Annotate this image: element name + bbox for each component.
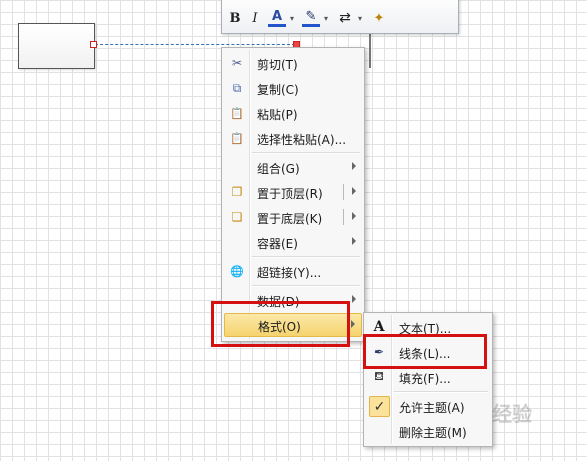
- mini-toolbar: B I A ▾ ✎ ▾ ⇄ ▾ ✦: [221, 0, 459, 34]
- chevron-right-icon: [352, 295, 356, 303]
- menu-item-label: 置于底层(K): [257, 212, 323, 226]
- menu-item-copy[interactable]: ⧉ 复制(C): [224, 77, 362, 99]
- bring-to-front-icon: ❐: [231, 185, 243, 199]
- menu-item-label: 组合(G): [257, 162, 300, 176]
- line-ends-dropdown-icon[interactable]: ▾: [356, 9, 364, 27]
- menu-item-label: 置于顶层(R): [257, 187, 323, 201]
- scissors-icon: ✂: [231, 56, 243, 70]
- bold-button[interactable]: B: [228, 9, 242, 27]
- submenu-item-remove-theme[interactable]: 删除主题(M): [366, 420, 490, 442]
- context-menu: ✂ 剪切(T) ⧉ 复制(C) 📋 粘贴(P) 📋 选择性粘贴(A)... 组合…: [221, 47, 365, 342]
- format-submenu: A 文本(T)... ✒ 线条(L)... ⛾ 填充(F)... ✓ 允许主题(…: [363, 312, 493, 447]
- menu-separator: [394, 391, 488, 393]
- split-divider: [343, 184, 344, 200]
- menu-item-group[interactable]: 组合(G): [224, 156, 362, 178]
- submenu-item-allow-theme[interactable]: ✓ 允许主题(A): [366, 395, 490, 417]
- menu-item-label: 剪切(T): [257, 58, 298, 72]
- menu-item-label: 粘贴(P): [257, 108, 298, 122]
- format-painter-icon[interactable]: ✦: [370, 9, 388, 27]
- menu-separator: [252, 285, 360, 287]
- menu-item-bring-to-front[interactable]: ❐ 置于顶层(R): [224, 181, 362, 203]
- menu-item-label: 容器(E): [257, 237, 298, 251]
- check-icon: ✓: [369, 396, 390, 417]
- menu-separator: [252, 152, 360, 154]
- text-icon: A: [373, 319, 385, 335]
- submenu-item-label: 删除主题(M): [399, 426, 467, 440]
- shape-edge: [369, 34, 371, 68]
- copy-icon: ⧉: [232, 80, 242, 95]
- menu-item-label: 选择性粘贴(A)...: [257, 133, 347, 147]
- connector-line[interactable]: [95, 44, 295, 45]
- chevron-right-icon[interactable]: [352, 187, 356, 195]
- watermark: 经验: [492, 402, 532, 426]
- menu-item-send-to-back[interactable]: ❏ 置于底层(K): [224, 206, 362, 228]
- annotation-highlight-format: [211, 301, 350, 347]
- connector-start-handle[interactable]: [90, 41, 97, 48]
- menu-item-cut[interactable]: ✂ 剪切(T): [224, 52, 362, 74]
- paste-special-icon: 📋: [230, 131, 244, 145]
- fill-bucket-icon: ⛾: [374, 369, 384, 383]
- line-color-pen-icon[interactable]: ✎: [302, 9, 320, 27]
- menu-item-label: 复制(C): [257, 83, 299, 97]
- font-color-dropdown-icon[interactable]: ▾: [288, 9, 296, 27]
- hyperlink-globe-icon: 🌐: [230, 264, 244, 278]
- line-color-dropdown-icon[interactable]: ▾: [322, 9, 330, 27]
- chevron-right-icon: [351, 320, 355, 328]
- menu-item-label: 超链接(Y)...: [257, 266, 322, 280]
- menu-item-paste-special[interactable]: 📋 选择性粘贴(A)...: [224, 127, 362, 149]
- menu-separator: [252, 256, 360, 258]
- font-color-button[interactable]: A: [268, 9, 286, 27]
- chevron-right-icon[interactable]: [352, 212, 356, 220]
- annotation-highlight-line: [363, 334, 487, 369]
- submenu-item-label: 允许主题(A): [399, 401, 465, 415]
- chevron-right-icon: [352, 162, 356, 170]
- menu-item-container[interactable]: 容器(E): [224, 231, 362, 253]
- menu-item-paste[interactable]: 📋 粘贴(P): [224, 102, 362, 124]
- line-ends-icon[interactable]: ⇄: [336, 9, 354, 27]
- split-divider: [343, 209, 344, 225]
- italic-button[interactable]: I: [248, 9, 262, 27]
- submenu-item-fill[interactable]: ⛾ 填充(F)...: [366, 366, 490, 388]
- chevron-right-icon: [352, 237, 356, 245]
- send-to-back-icon: ❏: [231, 210, 243, 224]
- rectangle-shape[interactable]: [18, 23, 95, 69]
- menu-item-hyperlink[interactable]: 🌐 超链接(Y)...: [224, 260, 362, 282]
- submenu-item-label: 填充(F)...: [399, 372, 451, 386]
- paste-icon: 📋: [230, 106, 244, 120]
